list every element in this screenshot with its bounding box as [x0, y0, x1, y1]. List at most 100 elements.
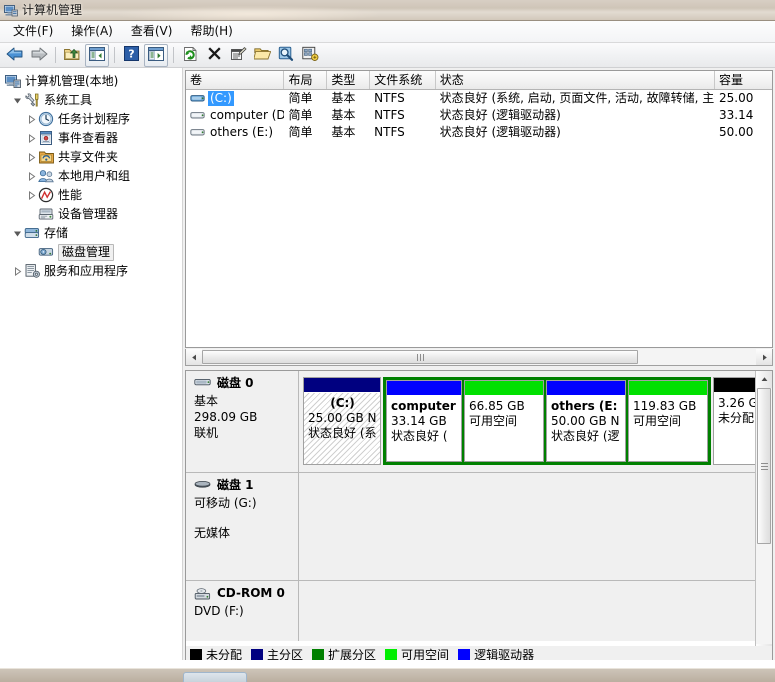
volume-list-horizontal-scrollbar[interactable] — [185, 349, 773, 366]
free-space-1[interactable]: 66.85 GB 可用空间 — [464, 380, 544, 462]
partition-d-label: computer — [391, 399, 456, 413]
toolbar-help-button[interactable]: ? — [120, 45, 142, 66]
toolbar-forward-button[interactable] — [28, 45, 50, 66]
toolbar: ? — [0, 43, 775, 68]
toolbar-refresh-button[interactable] — [179, 45, 201, 66]
tree-item-device-manager[interactable]: 设备管理器 — [3, 205, 182, 224]
volume-layout: 简单 — [288, 125, 313, 139]
toolbar-action-pane-button[interactable] — [144, 43, 168, 67]
volume-capacity: 25.00 — [719, 91, 754, 105]
tree-item-performance[interactable]: 性能 — [3, 186, 182, 205]
volume-layout: 简单 — [288, 108, 313, 122]
scroll-left-arrow-icon[interactable] — [186, 349, 202, 365]
scroll-up-arrow-icon[interactable] — [756, 371, 772, 388]
tree-item-event-viewer[interactable]: 事件查看器 — [3, 129, 182, 148]
partition-d-size: 33.14 GB — [391, 414, 447, 428]
services-icon — [24, 263, 41, 280]
scroll-right-arrow-icon[interactable] — [756, 349, 772, 365]
toolbar-delete-button[interactable] — [203, 45, 225, 66]
column-header-status[interactable]: 状态 — [435, 71, 716, 89]
rescan-disks-icon — [301, 46, 319, 65]
scrollbar-track[interactable] — [202, 349, 756, 365]
tree-root-computer-management[interactable]: 计算机管理(本地) — [3, 72, 182, 91]
scrollbar-track[interactable] — [756, 388, 772, 644]
computer-management-window: 计算机管理 文件(F) 操作(A) 查看(V) 帮助(H) ? 计算机管理(本地… — [0, 0, 775, 682]
tree-item-services-applications[interactable]: 服务和应用程序 — [3, 262, 182, 281]
graphical-view-content: 磁盘 0 基本 298.09 GB 联机 (C:) 25.00 GB N 状态良… — [186, 371, 755, 644]
expand-arrow-down-icon[interactable] — [11, 91, 24, 110]
tree-item-storage[interactable]: 存储 — [3, 224, 182, 243]
disk-info-cdrom-0[interactable]: CD-ROM 0 DVD (F:) — [186, 581, 299, 641]
partition-e-label: others (E: — [551, 399, 618, 413]
expand-arrow-down-icon[interactable] — [11, 224, 24, 243]
scrollbar-thumb[interactable] — [202, 350, 638, 364]
column-header-layout[interactable]: 布局 — [284, 71, 328, 89]
disk-type: 基本 — [194, 394, 219, 408]
unallocated-space[interactable]: 3.26 GB 未分配 — [713, 377, 755, 465]
show-action-pane-icon — [148, 46, 164, 64]
legend-swatch-unallocated — [190, 648, 202, 661]
tree-item-task-scheduler[interactable]: 任务计划程序 — [3, 110, 182, 129]
table-row[interactable]: others (E:) 简单 基本 NTFS 状态良好 (逻辑驱动器) 50.0… — [186, 124, 772, 141]
disk-capacity: 298.09 GB — [194, 410, 258, 424]
partition-c[interactable]: (C:) 25.00 GB N 状态良好 (系 — [303, 377, 381, 465]
taskbar-window-button[interactable] — [183, 672, 247, 682]
expand-arrow-right-icon[interactable] — [11, 262, 24, 281]
disk-row-cdrom-0[interactable]: CD-ROM 0 DVD (F:) — [186, 581, 755, 641]
expand-arrow-right-icon[interactable] — [25, 148, 38, 167]
toolbar-separator-3 — [173, 47, 174, 63]
disk-info-disk-1[interactable]: 磁盘 1 可移动 (G:) 无媒体 — [186, 473, 299, 580]
table-row[interactable]: (C:) 简单 基本 NTFS 状态良好 (系统, 启动, 页面文件, 活动, … — [186, 90, 772, 107]
toolbar-up-button[interactable] — [61, 45, 83, 66]
toolbar-search-button[interactable] — [275, 45, 297, 66]
tree-item-disk-management[interactable]: 磁盘管理 — [3, 243, 182, 262]
toolbar-back-button[interactable] — [4, 45, 26, 66]
tree-item-shared-folders[interactable]: 共享文件夹 — [3, 148, 182, 167]
menu-view[interactable]: 查看(V) — [122, 22, 182, 41]
partition-e[interactable]: others (E: 50.00 GB N 状态良好 (逻 — [546, 380, 626, 462]
partition-e-size: 50.00 GB N — [551, 414, 620, 428]
toolbar-show-tree-button[interactable] — [85, 43, 109, 67]
expand-arrow-right-icon[interactable] — [25, 167, 38, 186]
column-header-capacity[interactable]: 容量 — [715, 71, 772, 89]
menu-action[interactable]: 操作(A) — [62, 22, 122, 41]
column-header-type[interactable]: 类型 — [327, 71, 371, 89]
expand-arrow-right-icon[interactable] — [25, 110, 38, 129]
table-row[interactable]: computer (D:) 简单 基本 NTFS 状态良好 (逻辑驱动器) 33… — [186, 107, 772, 124]
tree-item-local-users-groups[interactable]: 本地用户和组 — [3, 167, 182, 186]
drive-icon — [190, 126, 206, 139]
volume-type: 基本 — [331, 91, 356, 105]
disk-row-disk-0[interactable]: 磁盘 0 基本 298.09 GB 联机 (C:) 25.00 GB N 状态良… — [186, 371, 755, 473]
toolbar-properties-button[interactable] — [227, 45, 249, 66]
menu-help[interactable]: 帮助(H) — [181, 22, 241, 41]
volume-list: 卷 布局 类型 文件系统 状态 容量 (C:) 简单 基本 NTFS 状态良好 … — [185, 70, 773, 348]
free-space-2[interactable]: 119.83 GB 可用空间 — [628, 380, 708, 462]
toolbar-export-button[interactable] — [251, 45, 273, 66]
toolbar-separator-1 — [55, 47, 56, 63]
disk-title: 磁盘 1 — [217, 478, 254, 492]
expand-arrow-right-icon[interactable] — [25, 186, 38, 205]
properties-icon — [230, 46, 247, 65]
tree-item-system-tools[interactable]: 系统工具 — [3, 91, 182, 110]
help-icon: ? — [123, 46, 139, 64]
delete-x-icon — [207, 46, 222, 64]
column-header-volume[interactable]: 卷 — [186, 71, 285, 89]
graphical-view-vertical-scrollbar[interactable] — [755, 371, 772, 661]
scrollbar-thumb[interactable] — [757, 388, 771, 544]
disk-row-disk-1[interactable]: 磁盘 1 可移动 (G:) 无媒体 — [186, 473, 755, 581]
partition-d[interactable]: computer 33.14 GB 状态良好 ( — [386, 380, 462, 462]
tree-root-label: 计算机管理(本地) — [25, 74, 119, 88]
expand-arrow-right-icon[interactable] — [25, 129, 38, 148]
volume-list-rows: (C:) 简单 基本 NTFS 状态良好 (系统, 启动, 页面文件, 活动, … — [186, 90, 772, 141]
disk-type: DVD (F:) — [194, 604, 244, 618]
free-space-1-status: 可用空间 — [469, 414, 518, 428]
system-tools-icon — [24, 92, 41, 109]
disk-info-disk-0[interactable]: 磁盘 0 基本 298.09 GB 联机 — [186, 371, 299, 472]
volume-filesystem: NTFS — [374, 108, 405, 122]
menu-file[interactable]: 文件(F) — [4, 22, 62, 41]
tree-item-label: 事件查看器 — [58, 131, 119, 145]
menu-bar: 文件(F) 操作(A) 查看(V) 帮助(H) — [0, 21, 775, 43]
toolbar-rescan-button[interactable] — [299, 45, 321, 66]
column-header-filesystem[interactable]: 文件系统 — [370, 71, 436, 89]
cdrom-icon — [194, 587, 212, 600]
